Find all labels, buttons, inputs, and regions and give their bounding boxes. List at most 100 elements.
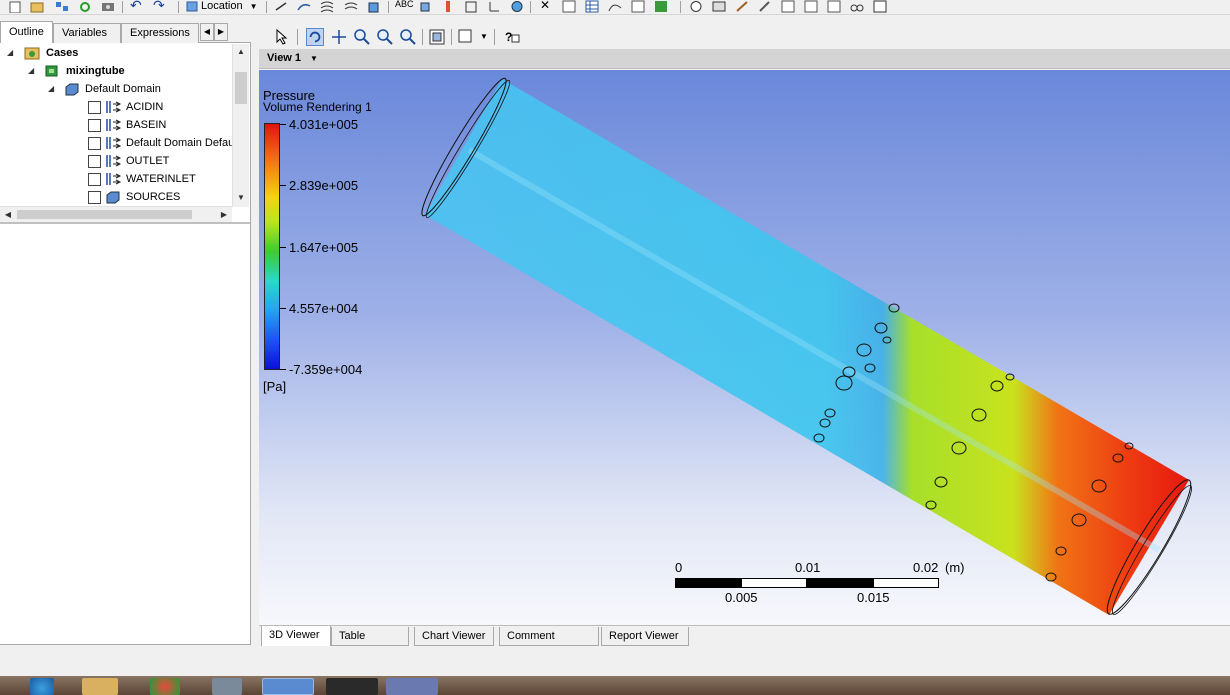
outline-panel: Outline Variables Expressions ◀ ▶ ◢ Case…: [0, 21, 251, 645]
tab-expressions[interactable]: Expressions: [121, 23, 199, 43]
scroll-left-icon[interactable]: ◀: [0, 207, 16, 222]
collapse-icon[interactable]: ◢: [7, 44, 13, 62]
select-cursor-icon[interactable]: [273, 28, 291, 46]
cfd-post-taskbar-icon[interactable]: [262, 678, 314, 695]
text-icon[interactable]: ABC: [395, 0, 414, 9]
pan-icon[interactable]: [330, 28, 348, 46]
visibility-checkbox[interactable]: [88, 191, 101, 204]
rotate-icon[interactable]: [306, 28, 324, 46]
case-comparison-icon[interactable]: [850, 0, 864, 13]
probe-icon[interactable]: [758, 0, 772, 13]
volume-icon[interactable]: [367, 0, 381, 13]
panel-splitter[interactable]: [0, 222, 250, 224]
visibility-checkbox[interactable]: [88, 173, 101, 186]
fit-view-icon[interactable]: [399, 28, 417, 46]
app-window-icon[interactable]: [212, 678, 242, 695]
boundary-item-outlet[interactable]: OUTLET: [0, 152, 232, 170]
tab-comment-viewer[interactable]: Comment Viewer: [499, 627, 599, 660]
command-editor-icon[interactable]: [873, 0, 887, 13]
macro-calculator-icon[interactable]: [804, 0, 818, 13]
layout-select-icon[interactable]: [457, 28, 475, 46]
file-explorer-icon[interactable]: [82, 678, 118, 695]
boundary-item-default[interactable]: Default Domain Defau: [0, 134, 232, 152]
3d-viewport[interactable]: Pressure Volume Rendering 1 4.031e+005 2…: [259, 70, 1230, 625]
scale-label: 0.015: [857, 590, 890, 605]
camera-icon[interactable]: [101, 0, 115, 13]
tree-vertical-scrollbar[interactable]: ▲ ▼: [232, 44, 249, 207]
boundary-icon: [106, 101, 122, 113]
app-taskbar-icon[interactable]: [386, 678, 438, 695]
boundary-item-basein[interactable]: BASEIN: [0, 116, 232, 134]
clock-icon[interactable]: [689, 0, 703, 13]
ansys-taskbar-icon[interactable]: [326, 678, 378, 695]
collapse-icon[interactable]: ◢: [28, 62, 34, 80]
tree-node-domain[interactable]: ◢ Default Domain: [0, 80, 232, 98]
animation-icon[interactable]: [735, 0, 749, 13]
boundary-item-acidin[interactable]: ACIDIN: [0, 98, 232, 116]
undo-icon[interactable]: ↶: [130, 0, 142, 14]
tree-node-cases[interactable]: ◢ Cases: [0, 44, 232, 62]
viewport-layout-icon[interactable]: [428, 28, 446, 46]
visibility-checkbox[interactable]: [88, 119, 101, 132]
collapse-icon[interactable]: ◢: [48, 80, 54, 98]
case-icon[interactable]: [55, 0, 69, 13]
browser-ie-icon[interactable]: [30, 678, 54, 695]
clip-icon[interactable]: [418, 0, 432, 13]
tab-3d-viewer[interactable]: 3D Viewer: [261, 626, 331, 647]
new-file-icon[interactable]: [8, 0, 22, 13]
tabs-scroll-left-icon[interactable]: ◀: [200, 23, 214, 41]
view-selector-label[interactable]: View 1: [267, 52, 301, 64]
variable-icon[interactable]: ✕: [540, 0, 550, 12]
visibility-checkbox[interactable]: [88, 101, 101, 114]
layout-dropdown-icon[interactable]: ▼: [480, 32, 488, 41]
subdomain-item-sources[interactable]: SOURCES: [0, 188, 232, 206]
boundary-item-waterinlet[interactable]: WATERINLET: [0, 170, 232, 188]
tree-horizontal-scrollbar[interactable]: ◀ ▶: [0, 206, 232, 222]
tab-table-viewer[interactable]: Table Viewer: [331, 627, 409, 660]
tab-report-viewer[interactable]: Report Viewer: [601, 627, 689, 646]
timestep-icon[interactable]: [712, 0, 726, 13]
cases-icon: [24, 47, 40, 60]
table-icon[interactable]: [585, 0, 599, 13]
legend-tick: [280, 124, 286, 125]
boundary-label: WATERINLET: [126, 173, 196, 185]
zoom-box-icon[interactable]: [376, 28, 394, 46]
visibility-checkbox[interactable]: [88, 155, 101, 168]
scroll-down-icon[interactable]: ▼: [233, 190, 249, 206]
function-calculator-icon[interactable]: [781, 0, 795, 13]
chrome-icon[interactable]: [150, 678, 180, 695]
view-selector-chevron-icon[interactable]: ▼: [310, 54, 318, 63]
tree-node-case[interactable]: ◢ mixingtube: [0, 62, 232, 80]
tab-outline[interactable]: Outline: [0, 21, 53, 43]
zoom-icon[interactable]: [353, 28, 371, 46]
legend-icon[interactable]: [441, 0, 455, 13]
tabs-scroll-right-icon[interactable]: ▶: [214, 23, 228, 41]
vector-icon[interactable]: [274, 0, 288, 13]
tab-variables[interactable]: Variables: [53, 23, 121, 43]
legend-value-min: -7.359e+004: [289, 362, 363, 377]
visibility-checkbox[interactable]: [88, 137, 101, 150]
outline-tree: ◢ Cases ◢ mixingtube ◢ Default Domain AC…: [0, 44, 232, 206]
instance-icon[interactable]: [464, 0, 478, 13]
scroll-right-icon[interactable]: ▶: [216, 207, 232, 222]
redo-icon[interactable]: ↷: [153, 0, 165, 14]
help-icon[interactable]: ?: [503, 28, 521, 46]
open-file-icon[interactable]: [30, 0, 44, 13]
reload-icon[interactable]: [78, 0, 92, 13]
comment-icon[interactable]: [631, 0, 645, 13]
location-button[interactable]: Location ▼: [186, 0, 258, 14]
chart-icon[interactable]: [608, 0, 622, 13]
tab-chart-viewer[interactable]: Chart Viewer: [414, 627, 494, 646]
scroll-up-icon[interactable]: ▲: [233, 44, 249, 60]
expression-icon[interactable]: [562, 0, 576, 13]
streamline-icon[interactable]: [297, 0, 311, 13]
plane-icon[interactable]: [344, 0, 358, 13]
contour-icon[interactable]: [320, 0, 334, 13]
scale-label: 0.01: [795, 560, 821, 575]
mesh-calculator-icon[interactable]: [827, 0, 841, 13]
color-map-icon[interactable]: [510, 0, 524, 13]
coordinate-icon[interactable]: [487, 0, 501, 13]
scroll-thumb[interactable]: [235, 72, 247, 104]
figure-icon[interactable]: [654, 0, 668, 13]
scroll-thumb[interactable]: [17, 210, 192, 219]
